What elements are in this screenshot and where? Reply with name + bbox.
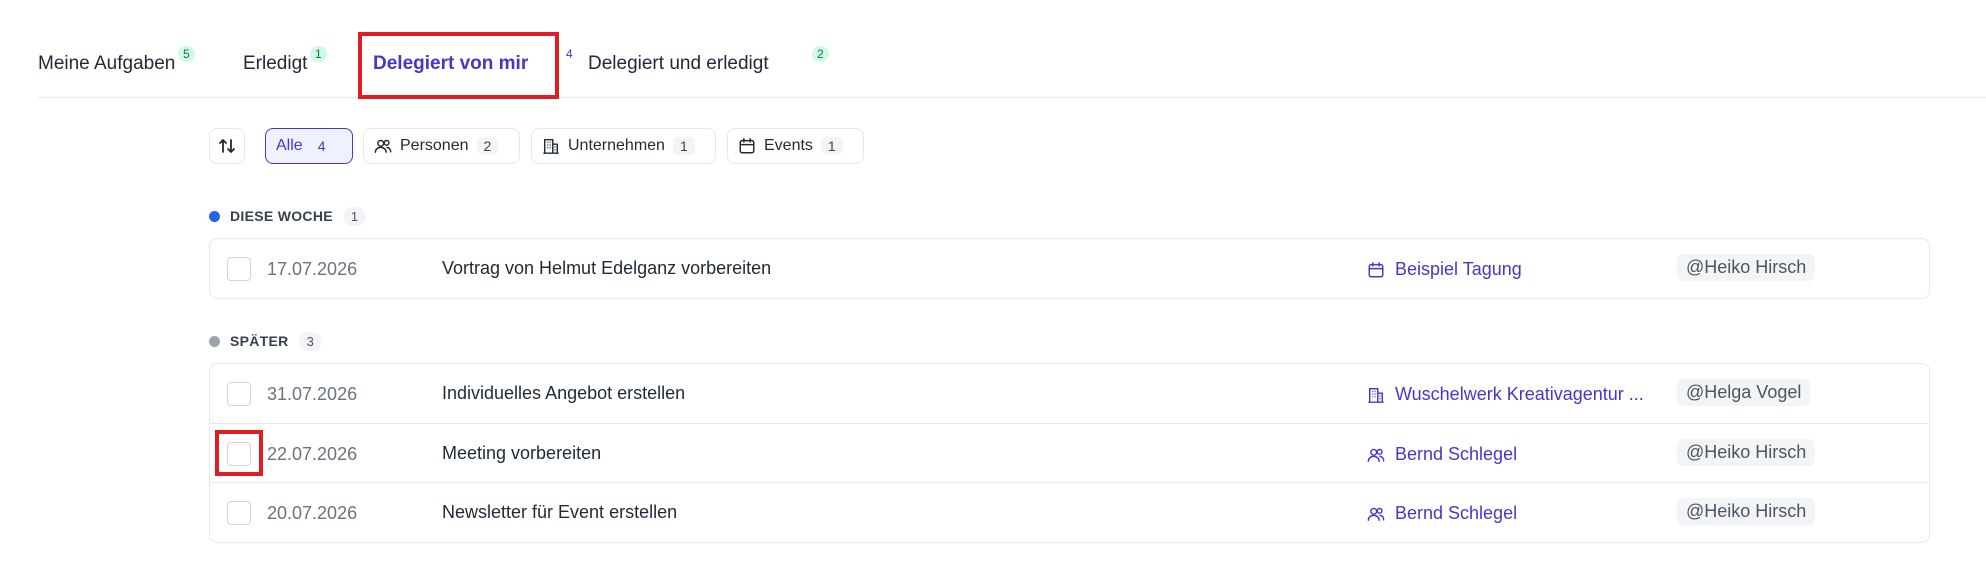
task-checkbox[interactable]: [227, 442, 251, 466]
filter-label: Events: [764, 137, 813, 154]
building-icon: [1368, 387, 1384, 403]
assignee-tag[interactable]: @Helga Vogel: [1677, 379, 1811, 406]
filter-count: 1: [820, 137, 843, 155]
task-related-label: Bernd Schlegel: [1395, 444, 1518, 464]
task-due-date: 17.07.2026: [267, 259, 358, 279]
section-count: 1: [342, 206, 367, 226]
task-list-spaeter: 31.07.2026 Individuelles Angebot erstell…: [209, 363, 1930, 543]
tab-erledigt[interactable]: Erledigt 1: [243, 30, 327, 97]
task-related-link[interactable]: Bernd Schlegel: [1367, 444, 1517, 465]
users-icon: [1367, 448, 1385, 462]
task-row: 22.07.2026 Meeting vorbereiten Bernd Sch…: [210, 423, 1929, 482]
filter-count: 1: [672, 137, 695, 155]
task-related-link[interactable]: Bernd Schlegel: [1367, 503, 1517, 524]
tab-bar: Meine Aufgaben 5 Erledigt 1 Delegiert vo…: [38, 30, 1986, 98]
task-checkbox[interactable]: [227, 501, 251, 525]
task-due-date: 31.07.2026: [267, 384, 358, 404]
section-title: SPÄTER: [230, 333, 289, 349]
task-row: 20.07.2026 Newsletter für Event erstelle…: [210, 482, 1929, 541]
tab-label: Delegiert und erledigt: [588, 52, 769, 74]
tab-delegiert-von-mir[interactable]: Delegiert von mir 4: [373, 30, 573, 97]
task-title[interactable]: Newsletter für Event erstellen: [442, 502, 677, 523]
filter-chip-personen[interactable]: Personen 2: [363, 128, 520, 164]
task-row: 17.07.2026 Vortrag von Helmut Edelganz v…: [210, 239, 1929, 298]
task-checkbox[interactable]: [227, 257, 251, 281]
task-due-date: 20.07.2026: [267, 503, 358, 523]
status-dot: [209, 210, 220, 222]
sort-button[interactable]: [209, 128, 245, 164]
section-title: DIESE WOCHE: [230, 208, 333, 224]
assignee-tag[interactable]: @Heiko Hirsch: [1677, 439, 1816, 466]
task-row: 31.07.2026 Individuelles Angebot erstell…: [210, 364, 1929, 423]
task-title[interactable]: Meeting vorbereiten: [442, 443, 601, 464]
filter-label: Unternehmen: [568, 137, 665, 154]
users-icon: [1367, 507, 1385, 521]
tab-meine-aufgaben[interactable]: Meine Aufgaben 5: [38, 30, 195, 97]
filter-chip-events[interactable]: Events 1: [727, 128, 864, 164]
task-related-label: Beispiel Tagung: [1395, 259, 1522, 279]
task-due-date: 22.07.2026: [267, 444, 358, 464]
status-dot: [209, 335, 220, 347]
filter-count: 4: [317, 138, 326, 154]
calendar-icon: [1368, 261, 1384, 277]
task-related-link[interactable]: Beispiel Tagung: [1367, 259, 1522, 280]
assignee-tag[interactable]: @Heiko Hirsch: [1677, 254, 1816, 281]
section-header-spaeter: SPÄTER 3: [209, 329, 322, 353]
tab-delegiert-und-erledigt[interactable]: Delegiert und erledigt 2: [588, 30, 829, 97]
section-header-diese-woche: DIESE WOCHE 1: [209, 204, 367, 228]
calendar-icon: [739, 138, 755, 154]
filter-chip-alle[interactable]: Alle 4: [265, 128, 353, 164]
assignee-tag[interactable]: @Heiko Hirsch: [1677, 498, 1816, 525]
task-checkbox[interactable]: [227, 382, 251, 406]
filter-count: 2: [476, 137, 499, 155]
tab-count-badge: 5: [178, 46, 195, 62]
tab-count-badge: 4: [566, 47, 573, 61]
task-title[interactable]: Vortrag von Helmut Edelganz vorbereiten: [442, 258, 771, 279]
task-related-label: Wuschelwerk Kreativagentur ...: [1395, 384, 1644, 404]
tab-count-badge: 1: [310, 46, 327, 62]
task-title[interactable]: Individuelles Angebot erstellen: [442, 383, 685, 404]
task-related-label: Bernd Schlegel: [1395, 503, 1518, 523]
tab-label: Delegiert von mir: [373, 52, 529, 74]
tab-label: Erledigt: [243, 52, 308, 74]
tab-count-badge: 2: [812, 46, 829, 62]
tab-label: Meine Aufgaben: [38, 52, 176, 74]
filter-label: Personen: [400, 137, 469, 154]
task-related-link[interactable]: Wuschelwerk Kreativagentur ...: [1367, 384, 1644, 405]
filter-chip-unternehmen[interactable]: Unternehmen 1: [531, 128, 716, 164]
sort-arrows-icon: [219, 139, 235, 153]
building-icon: [543, 138, 559, 154]
filter-label: Alle: [276, 137, 303, 154]
task-list-diese-woche: 17.07.2026 Vortrag von Helmut Edelganz v…: [209, 238, 1930, 299]
section-count: 3: [298, 331, 322, 351]
users-icon: [374, 139, 392, 154]
